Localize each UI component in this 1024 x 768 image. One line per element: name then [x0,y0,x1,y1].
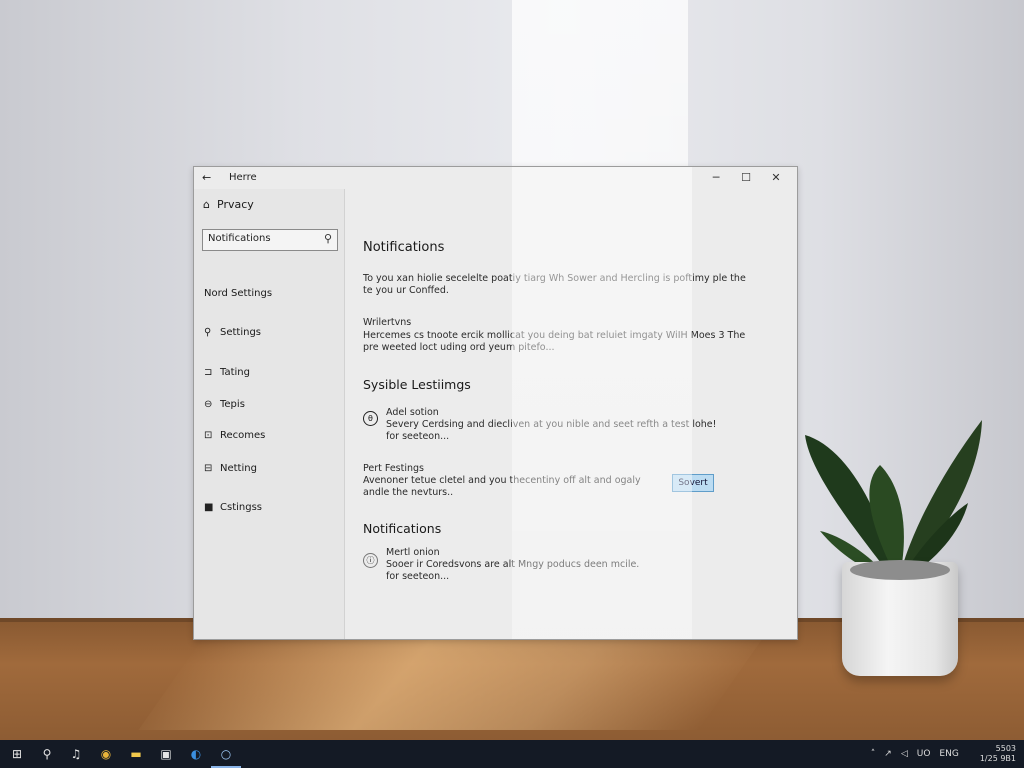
section-title-1: Sysible Lestiimgs [363,377,471,392]
item-1-title: Adel sotion [386,407,439,418]
window-title: Herre [229,172,257,183]
store-icon[interactable]: ▣ [151,740,181,768]
sidebar-item-cstingss[interactable]: ■ Cstingss [204,502,262,513]
item-3-line-2: for seeteon... [386,571,450,582]
sidebar-home[interactable]: ⌂ Prvacy [203,198,254,211]
plant-pot-rim [850,560,950,580]
page-title: Notifications [363,240,445,255]
taskbar: ⊞ ⚲ ♫ ◉ ▬ ▣ ◐ ○ ˄ ↗ ◁ UO ENG 5503 1/25 9… [0,740,1024,768]
search-icon[interactable]: ⚲ [32,740,62,768]
chrome-icon[interactable]: ◉ [91,740,121,768]
action-button[interactable]: Sovert [672,474,714,492]
sidebar-item-nord-settings[interactable]: Nord Settings [204,288,272,299]
item-3-line-1: Sooer ir Coredsvons are alt Mngy poducs … [386,559,640,570]
home-icon: ⌂ [203,198,210,211]
sidebar-item-label: Netting [220,463,257,474]
minimize-button[interactable]: ─ [701,169,731,187]
sidebar-item-label: Cstingss [220,502,262,513]
clock-time: 5503 [995,744,1016,753]
tag-icon: ⊐ [204,367,213,378]
section-title-2: Notifications [363,521,442,536]
search-icon[interactable]: ⚲ [324,232,332,245]
file-explorer-icon[interactable]: ▬ [121,740,151,768]
item-1-line-2: for seeteon... [386,431,450,442]
sidebar-item-label: Tepis [220,399,245,410]
sunlight-patch [138,640,762,730]
sidebar-home-label: Prvacy [217,198,254,211]
sidebar: ⌂ Prvacy ⚲ Nord Settings ⚲ Settings ⊐ Ta… [194,189,344,639]
subsection-title: Wrilertvns [363,317,412,328]
sidebar-item-settings[interactable]: ⚲ Settings [204,327,261,338]
message-icon: ⊡ [204,430,213,441]
sidebar-item-tepis[interactable]: ⊖ Tepis [204,399,245,410]
lock-icon: ⊖ [204,399,213,410]
sidebar-item-label: Tating [220,367,250,378]
search-input[interactable] [208,233,318,244]
sidebar-item-recomes[interactable]: ⊡ Recomes [204,430,265,441]
close-button[interactable]: ✕ [761,169,791,187]
chevron-up-icon[interactable]: ˄ [871,749,876,759]
system-tray: ˄ ↗ ◁ UO ENG 5503 1/25 9B1 [862,740,1016,768]
tray-language[interactable]: ENG [939,749,958,759]
settings-window: ⌂ Prvacy ⚲ Nord Settings ⚲ Settings ⊐ Ta… [193,166,798,640]
intro-line-2: te you ur Conffed. [363,285,449,296]
windows-icon[interactable]: ⊞ [2,740,32,768]
volume-icon[interactable]: ◁ [901,749,908,759]
subsection-line-2: pre weeted loct uding ord yeum pitefo... [363,342,555,353]
network-icon[interactable]: ↗ [884,749,892,759]
clock-date: 1/25 9B1 [979,754,1016,763]
lock-filled-icon: ■ [204,502,214,513]
subsection-line-1: Hercemes cs tnoote ercik mollicat you de… [363,330,746,341]
window-controls: ─ ☐ ✕ [701,169,791,187]
sidebar-item-tating[interactable]: ⊐ Tating [204,367,250,378]
info-circle-icon: θ [363,411,378,426]
clock[interactable]: 5503 1/25 9B1 [971,744,1016,764]
sidebar-divider [344,189,345,639]
item-2-line-2: andle the nevturs.. [363,487,454,498]
tray-text: UO [916,749,931,759]
main-content: Notifications To you xan hiolie secelelt… [362,189,787,639]
search-box[interactable]: ⚲ [202,229,338,251]
item-2-line-1: Avenoner tetue cletel and you thecentiny… [363,475,641,486]
maximize-button[interactable]: ☐ [731,169,761,187]
sidebar-item-netting[interactable]: ⊟ Netting [204,463,257,474]
sidebar-item-label: Recomes [220,430,266,441]
edge-icon[interactable]: ◐ [181,740,211,768]
arrow-left-icon[interactable]: ← [202,171,211,184]
printer-icon: ⊟ [204,463,213,474]
title-bar: ← Herre ─ ☐ ✕ [194,167,797,189]
cortana-icon[interactable]: ○ [211,740,241,768]
sidebar-item-label: Settings [220,327,262,338]
item-1-line-1: Severy Cerdsing and diecliven at you nib… [386,419,717,430]
search-icon: ⚲ [204,327,212,338]
intro-line-1: To you xan hiolie secelelte poatiy tiarg… [363,273,746,284]
item-3-title: Mertl onion [386,547,440,558]
item-2-title: Pert Festings [363,463,424,474]
music-icon[interactable]: ♫ [61,740,91,768]
sidebar-item-label: Nord Settings [204,288,273,299]
info-circle-icon: ⓘ [363,553,378,568]
